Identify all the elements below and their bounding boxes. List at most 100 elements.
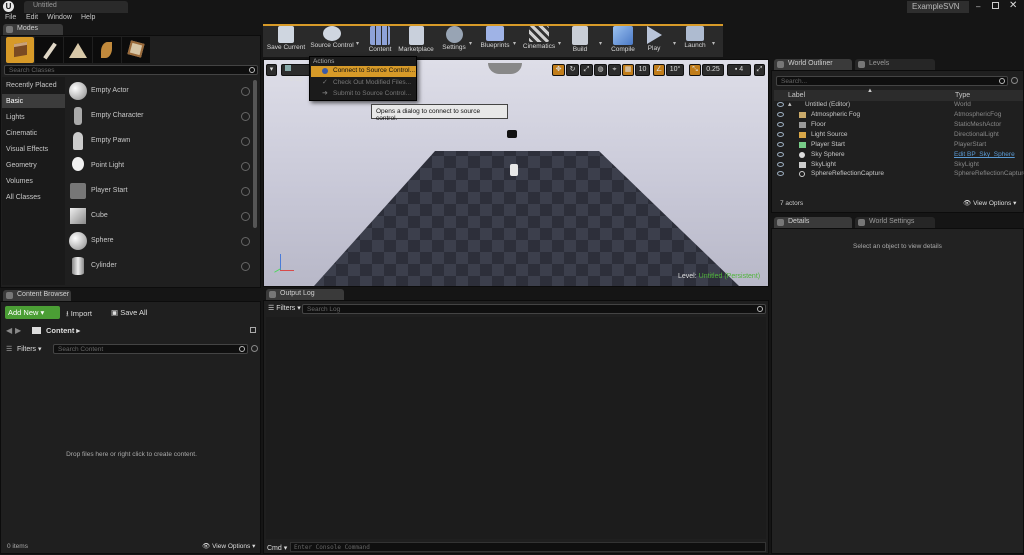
source-control-button[interactable]: Source Control (308, 24, 356, 57)
perspective-button[interactable]: Persp (281, 64, 311, 83)
menu-window[interactable]: Window (47, 14, 72, 21)
list-item[interactable]: Empty Pawn (67, 130, 253, 152)
list-item[interactable]: Player Start (67, 180, 253, 202)
help-icon[interactable] (241, 212, 250, 221)
category-lights[interactable]: Lights (6, 114, 25, 121)
minimize-button[interactable]: ‒ (976, 2, 985, 11)
back-button[interactable]: ◀ (6, 326, 12, 335)
help-icon[interactable] (241, 187, 250, 196)
category-cinematic[interactable]: Cinematic (6, 130, 37, 137)
table-row[interactable]: Floor StaticMeshActor (774, 120, 1022, 130)
table-row[interactable]: ▴ Untitled (Editor) World (774, 100, 1022, 110)
visibility-eye-icon[interactable] (777, 162, 784, 167)
tab-content-browser[interactable]: Content Browser (3, 290, 71, 301)
menu-file[interactable]: File (5, 14, 16, 21)
table-row[interactable]: Light Source DirectionalLight (774, 130, 1022, 140)
rotate-tool-button[interactable]: ↻ (566, 64, 579, 76)
list-item[interactable]: Point Light (67, 155, 253, 177)
save-current-button[interactable]: Save Current (265, 24, 307, 57)
category-all-classes[interactable]: All Classes (6, 194, 41, 201)
category-volumes[interactable]: Volumes (6, 178, 33, 185)
col-type-header[interactable]: Type (955, 92, 970, 99)
import-button[interactable]: ⭳ Import (66, 308, 92, 321)
help-icon[interactable] (241, 112, 250, 121)
marketplace-button[interactable]: Marketplace (396, 24, 436, 57)
menu-help[interactable]: Help (81, 14, 95, 21)
landscape-mode-button[interactable] (64, 37, 92, 63)
cinematics-button[interactable]: Cinematics (521, 24, 557, 57)
level-tab[interactable]: Untitled (24, 1, 128, 13)
connect-source-control-item[interactable]: Connect to Source Control... (311, 66, 416, 77)
table-row[interactable]: Atmospheric Fog AtmosphericFog (774, 110, 1022, 120)
list-item[interactable]: Empty Actor (67, 80, 253, 102)
help-icon[interactable] (241, 137, 250, 146)
console-command-input[interactable]: Enter Console Command (290, 542, 766, 552)
foliage-mode-button[interactable] (93, 37, 121, 63)
search-classes-input[interactable]: Search Classes (4, 65, 258, 75)
filters-button[interactable]: Filters ▾ (17, 345, 42, 353)
help-icon[interactable] (241, 262, 250, 271)
launch-button[interactable]: Launch (680, 24, 710, 57)
settings-dropdown-arrow[interactable]: ▾ (469, 40, 472, 47)
close-button[interactable]: ✕ (1009, 0, 1017, 11)
blueprints-button[interactable]: Blueprints (478, 24, 512, 57)
help-icon[interactable] (241, 237, 250, 246)
category-basic[interactable]: Basic (6, 98, 23, 105)
view-options-button[interactable]: 👁 View Options ▾ (202, 542, 255, 550)
build-dropdown-arrow[interactable]: ▾ (599, 40, 602, 47)
visibility-eye-icon[interactable] (777, 152, 784, 157)
tab-world-outliner[interactable]: World Outliner (774, 59, 852, 70)
breadcrumb[interactable]: Content ▸ (46, 326, 80, 335)
settings-button[interactable]: Settings (440, 24, 468, 57)
play-button[interactable]: Play (641, 24, 667, 57)
save-all-button[interactable]: ▣ Save All (111, 308, 147, 317)
visibility-eye-icon[interactable] (777, 132, 784, 137)
scale-tool-button[interactable]: ⤢ (580, 64, 593, 76)
menu-edit[interactable]: Edit (26, 14, 38, 21)
surface-snap-button[interactable]: ⌖ (608, 64, 621, 76)
modes-scrollbar[interactable] (253, 80, 257, 228)
maximize-button[interactable] (992, 2, 999, 9)
settings-gear-icon[interactable] (251, 345, 258, 352)
source-control-dropdown-arrow[interactable]: ▾ (356, 40, 359, 47)
compile-button[interactable]: Compile (607, 24, 639, 57)
tab-modes[interactable]: Modes (3, 24, 63, 35)
add-new-button[interactable]: Add New ▾ (5, 306, 60, 319)
tab-output-log[interactable]: Output Log (266, 289, 344, 300)
list-item[interactable]: Cube (67, 205, 253, 227)
outliner-view-options-button[interactable]: 👁 View Options ▾ (963, 199, 1016, 207)
sources-toggle-icon[interactable]: ☰ (6, 345, 12, 353)
paint-mode-button[interactable] (35, 37, 63, 63)
list-item[interactable]: Empty Character (67, 105, 253, 127)
play-dropdown-arrow[interactable]: ▾ (673, 40, 676, 47)
visibility-eye-icon[interactable] (777, 171, 784, 176)
cinematics-dropdown-arrow[interactable]: ▾ (558, 40, 561, 47)
category-recently-placed[interactable]: Recently Placed (6, 82, 57, 89)
grid-snap-button[interactable]: ▦ (622, 64, 634, 76)
viewport-options-button[interactable]: ▾ (266, 64, 277, 76)
table-row[interactable]: Player Start PlayerStart (774, 140, 1022, 150)
list-item[interactable]: Cylinder (67, 255, 253, 277)
search-content-input[interactable]: Search Content (53, 344, 248, 354)
outliner-search-input[interactable]: Search... (776, 76, 1008, 86)
blueprints-dropdown-arrow[interactable]: ▾ (513, 40, 516, 47)
category-visual-effects[interactable]: Visual Effects (6, 146, 48, 153)
world-local-button[interactable]: ◍ (594, 64, 607, 76)
help-icon[interactable] (241, 162, 250, 171)
maximize-viewport-button[interactable]: ⤢ (754, 64, 765, 76)
camera-speed-button[interactable]: ▪ 4 (727, 64, 751, 76)
forward-button[interactable]: ▶ (15, 326, 21, 335)
build-button[interactable]: Build (566, 24, 594, 57)
scale-snap-value[interactable]: 0.25 (702, 64, 724, 76)
outliner-settings-icon[interactable] (1011, 77, 1018, 84)
tab-levels[interactable]: Levels (855, 59, 935, 70)
grid-snap-value[interactable]: 10 (635, 64, 650, 76)
category-geometry[interactable]: Geometry (6, 162, 37, 169)
tab-world-settings[interactable]: World Settings (855, 217, 935, 228)
col-label-header[interactable]: Label (788, 92, 805, 99)
table-row[interactable]: Sky Sphere Edit BP_Sky_Sphere (774, 150, 1022, 160)
content-button[interactable]: Content (366, 24, 394, 57)
geometry-mode-button[interactable] (122, 37, 150, 63)
log-filters-button[interactable]: ☰ Filters ▾ (268, 304, 301, 312)
rotation-snap-value[interactable]: 10° (666, 64, 684, 76)
